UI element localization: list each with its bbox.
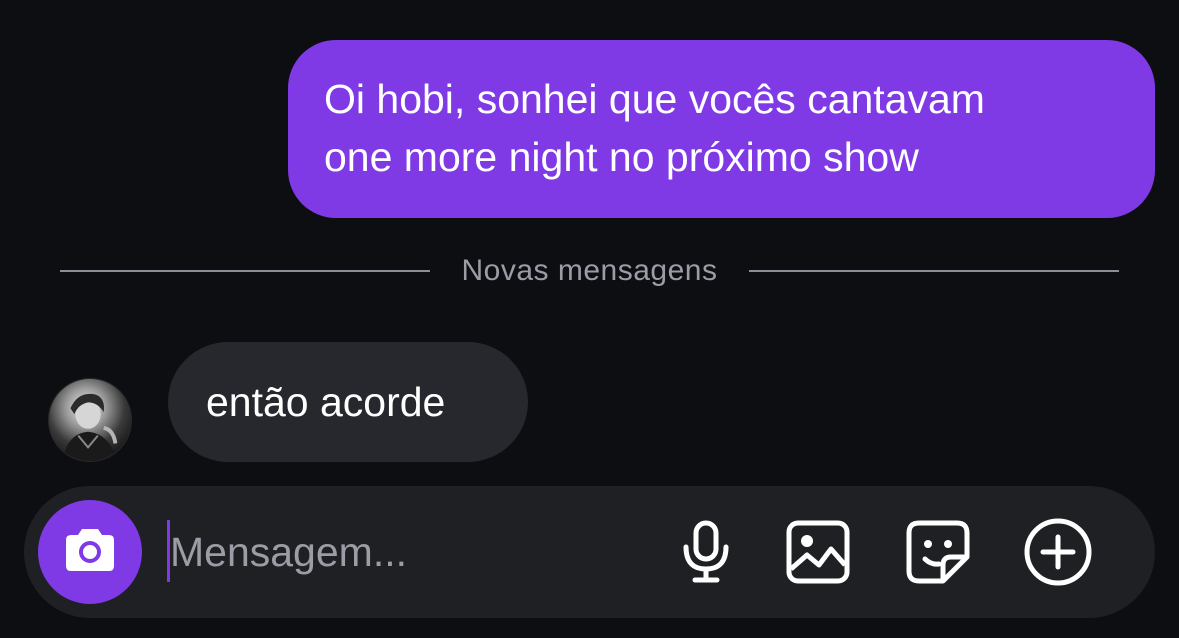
outgoing-message-bubble[interactable]: Oi hobi, sonhei que vocês cantavam one m… [288,40,1155,218]
sender-avatar[interactable] [48,378,132,462]
image-icon [785,519,851,585]
gallery-button[interactable] [782,516,854,588]
outgoing-message-line-1: Oi hobi, sonhei que vocês cantavam [324,76,985,122]
plus-circle-icon [1023,517,1093,587]
incoming-message-text: então acorde [206,378,446,425]
new-messages-label: Novas mensagens [461,254,718,287]
chat-screen: Oi hobi, sonhei que vocês cantavam one m… [0,0,1179,638]
message-composer [24,486,1155,618]
divider-line-right [749,270,1119,272]
new-messages-divider: Novas mensagens [60,251,1119,291]
divider-line-left [60,270,430,272]
camera-button[interactable] [38,500,142,604]
outgoing-message-line-2: one more night no próximo show [324,134,919,180]
message-input[interactable] [170,512,650,592]
incoming-message-bubble[interactable]: então acorde [168,342,528,462]
sticker-button[interactable] [902,516,974,588]
sticker-icon [905,519,971,585]
microphone-icon [678,519,734,585]
camera-icon [62,526,118,579]
microphone-button[interactable] [670,516,742,588]
more-options-button[interactable] [1022,516,1094,588]
